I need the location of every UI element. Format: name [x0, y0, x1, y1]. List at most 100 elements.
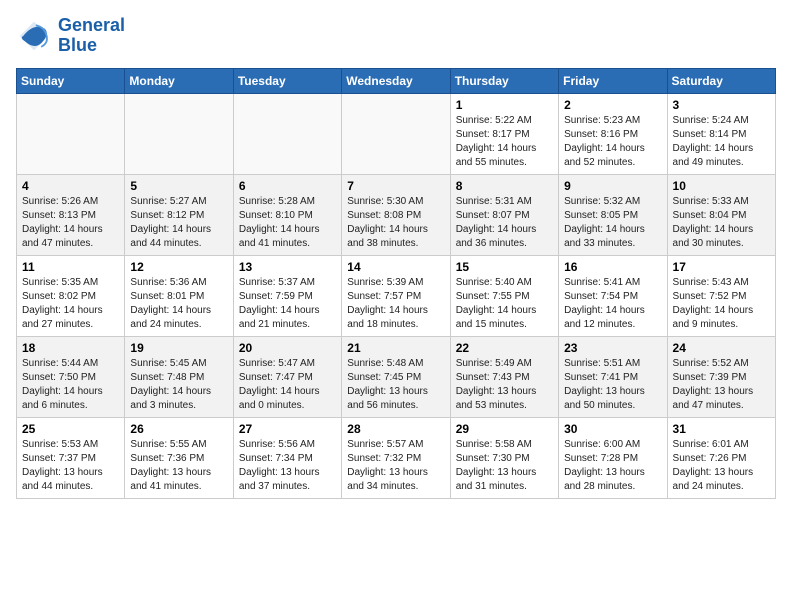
calendar-cell — [17, 93, 125, 174]
calendar-cell: 13 Sunrise: 5:37 AMSunset: 7:59 PMDayligh… — [233, 255, 341, 336]
day-header-saturday: Saturday — [667, 68, 775, 93]
day-number: 2 — [564, 98, 661, 112]
day-info: Sunrise: 5:22 AMSunset: 8:17 PMDaylight:… — [456, 114, 553, 170]
day-info: Sunrise: 5:47 AMSunset: 7:47 PMDaylight:… — [239, 357, 336, 413]
day-number: 22 — [456, 341, 553, 355]
day-number: 14 — [347, 260, 444, 274]
day-number: 7 — [347, 179, 444, 193]
day-info: Sunrise: 5:31 AMSunset: 8:07 PMDaylight:… — [456, 195, 553, 251]
day-number: 17 — [673, 260, 770, 274]
day-info: Sunrise: 5:51 AMSunset: 7:41 PMDaylight:… — [564, 357, 661, 413]
calendar-week-1: 1Sunrise: 5:22 AMSunset: 8:17 PMDaylight… — [17, 93, 776, 174]
day-number: 19 — [130, 341, 227, 355]
calendar-cell: 23 Sunrise: 5:51 AMSunset: 7:41 PMDayligh… — [559, 336, 667, 417]
day-number: 6 — [239, 179, 336, 193]
calendar-cell: 18 Sunrise: 5:44 AMSunset: 7:50 PMDayligh… — [17, 336, 125, 417]
calendar-cell: 9 Sunrise: 5:32 AMSunset: 8:05 PMDaylight… — [559, 174, 667, 255]
day-info: Sunrise: 6:01 AMSunset: 7:26 PMDaylight:… — [673, 438, 770, 494]
day-info: Sunrise: 5:32 AMSunset: 8:05 PMDaylight:… — [564, 195, 661, 251]
day-info: Sunrise: 5:41 AMSunset: 7:54 PMDaylight:… — [564, 276, 661, 332]
calendar-cell: 31 Sunrise: 6:01 AMSunset: 7:26 PMDayligh… — [667, 417, 775, 498]
day-number: 23 — [564, 341, 661, 355]
calendar-cell: 22 Sunrise: 5:49 AMSunset: 7:43 PMDayligh… — [450, 336, 558, 417]
day-header-thursday: Thursday — [450, 68, 558, 93]
calendar-cell: 4 Sunrise: 5:26 AMSunset: 8:13 PMDaylight… — [17, 174, 125, 255]
calendar-cell: 25 Sunrise: 5:53 AMSunset: 7:37 PMDayligh… — [17, 417, 125, 498]
calendar-cell: 21 Sunrise: 5:48 AMSunset: 7:45 PMDayligh… — [342, 336, 450, 417]
calendar-cell: 16 Sunrise: 5:41 AMSunset: 7:54 PMDayligh… — [559, 255, 667, 336]
logo-text: General Blue — [58, 16, 125, 56]
calendar-cell: 5 Sunrise: 5:27 AMSunset: 8:12 PMDaylight… — [125, 174, 233, 255]
day-number: 3 — [673, 98, 770, 112]
day-header-monday: Monday — [125, 68, 233, 93]
calendar-cell: 8 Sunrise: 5:31 AMSunset: 8:07 PMDaylight… — [450, 174, 558, 255]
calendar-week-5: 25 Sunrise: 5:53 AMSunset: 7:37 PMDayligh… — [17, 417, 776, 498]
calendar-cell: 17Sunrise: 5:43 AMSunset: 7:52 PMDayligh… — [667, 255, 775, 336]
logo: General Blue — [16, 16, 125, 56]
day-number: 4 — [22, 179, 119, 193]
calendar-cell: 12Sunrise: 5:36 AMSunset: 8:01 PMDayligh… — [125, 255, 233, 336]
calendar-week-3: 11 Sunrise: 5:35 AMSunset: 8:02 PMDayligh… — [17, 255, 776, 336]
calendar-cell: 28Sunrise: 5:57 AMSunset: 7:32 PMDayligh… — [342, 417, 450, 498]
calendar-week-2: 4 Sunrise: 5:26 AMSunset: 8:13 PMDaylight… — [17, 174, 776, 255]
calendar-cell: 7 Sunrise: 5:30 AMSunset: 8:08 PMDaylight… — [342, 174, 450, 255]
calendar-cell — [233, 93, 341, 174]
calendar-cell: 26Sunrise: 5:55 AMSunset: 7:36 PMDayligh… — [125, 417, 233, 498]
day-header-wednesday: Wednesday — [342, 68, 450, 93]
day-info: Sunrise: 5:40 AMSunset: 7:55 PMDaylight:… — [456, 276, 553, 332]
calendar-cell: 27Sunrise: 5:56 AMSunset: 7:34 PMDayligh… — [233, 417, 341, 498]
day-number: 13 — [239, 260, 336, 274]
day-number: 18 — [22, 341, 119, 355]
day-info: Sunrise: 5:37 AMSunset: 7:59 PMDaylight:… — [239, 276, 336, 332]
calendar-cell: 10Sunrise: 5:33 AMSunset: 8:04 PMDayligh… — [667, 174, 775, 255]
day-info: Sunrise: 5:24 AMSunset: 8:14 PMDaylight:… — [673, 114, 770, 170]
day-info: Sunrise: 5:48 AMSunset: 7:45 PMDaylight:… — [347, 357, 444, 413]
day-info: Sunrise: 5:44 AMSunset: 7:50 PMDaylight:… — [22, 357, 119, 413]
calendar-cell: 24 Sunrise: 5:52 AMSunset: 7:39 PMDayligh… — [667, 336, 775, 417]
day-info: Sunrise: 5:49 AMSunset: 7:43 PMDaylight:… — [456, 357, 553, 413]
day-info: Sunrise: 5:53 AMSunset: 7:37 PMDaylight:… — [22, 438, 119, 494]
calendar-cell: 2Sunrise: 5:23 AMSunset: 8:16 PMDaylight… — [559, 93, 667, 174]
day-number: 28 — [347, 422, 444, 436]
day-number: 29 — [456, 422, 553, 436]
calendar-cell: 6 Sunrise: 5:28 AMSunset: 8:10 PMDaylight… — [233, 174, 341, 255]
calendar-cell: 29 Sunrise: 5:58 AMSunset: 7:30 PMDayligh… — [450, 417, 558, 498]
day-number: 16 — [564, 260, 661, 274]
calendar-cell: 11 Sunrise: 5:35 AMSunset: 8:02 PMDayligh… — [17, 255, 125, 336]
day-header-sunday: Sunday — [17, 68, 125, 93]
calendar-cell: 19 Sunrise: 5:45 AMSunset: 7:48 PMDayligh… — [125, 336, 233, 417]
day-number: 24 — [673, 341, 770, 355]
day-info: Sunrise: 5:39 AMSunset: 7:57 PMDaylight:… — [347, 276, 444, 332]
day-number: 25 — [22, 422, 119, 436]
calendar-cell: 3 Sunrise: 5:24 AMSunset: 8:14 PMDaylight… — [667, 93, 775, 174]
day-number: 11 — [22, 260, 119, 274]
calendar-cell: 14 Sunrise: 5:39 AMSunset: 7:57 PMDayligh… — [342, 255, 450, 336]
calendar-table: SundayMondayTuesdayWednesdayThursdayFrid… — [16, 68, 776, 499]
day-number: 10 — [673, 179, 770, 193]
day-number: 21 — [347, 341, 444, 355]
day-info: Sunrise: 5:58 AMSunset: 7:30 PMDaylight:… — [456, 438, 553, 494]
day-number: 27 — [239, 422, 336, 436]
day-number: 9 — [564, 179, 661, 193]
day-number: 8 — [456, 179, 553, 193]
day-info: Sunrise: 5:52 AMSunset: 7:39 PMDaylight:… — [673, 357, 770, 413]
day-info: Sunrise: 5:55 AMSunset: 7:36 PMDaylight:… — [130, 438, 227, 494]
day-number: 12 — [130, 260, 227, 274]
day-info: Sunrise: 5:26 AMSunset: 8:13 PMDaylight:… — [22, 195, 119, 251]
day-number: 5 — [130, 179, 227, 193]
day-info: Sunrise: 5:35 AMSunset: 8:02 PMDaylight:… — [22, 276, 119, 332]
day-header-friday: Friday — [559, 68, 667, 93]
logo-icon — [16, 18, 52, 54]
calendar-week-4: 18 Sunrise: 5:44 AMSunset: 7:50 PMDayligh… — [17, 336, 776, 417]
day-number: 31 — [673, 422, 770, 436]
calendar-header-row: SundayMondayTuesdayWednesdayThursdayFrid… — [17, 68, 776, 93]
day-info: Sunrise: 6:00 AMSunset: 7:28 PMDaylight:… — [564, 438, 661, 494]
day-number: 20 — [239, 341, 336, 355]
calendar-cell: 1Sunrise: 5:22 AMSunset: 8:17 PMDaylight… — [450, 93, 558, 174]
day-info: Sunrise: 5:30 AMSunset: 8:08 PMDaylight:… — [347, 195, 444, 251]
day-info: Sunrise: 5:45 AMSunset: 7:48 PMDaylight:… — [130, 357, 227, 413]
day-info: Sunrise: 5:27 AMSunset: 8:12 PMDaylight:… — [130, 195, 227, 251]
calendar-cell — [342, 93, 450, 174]
calendar-cell: 30Sunrise: 6:00 AMSunset: 7:28 PMDayligh… — [559, 417, 667, 498]
day-info: Sunrise: 5:28 AMSunset: 8:10 PMDaylight:… — [239, 195, 336, 251]
